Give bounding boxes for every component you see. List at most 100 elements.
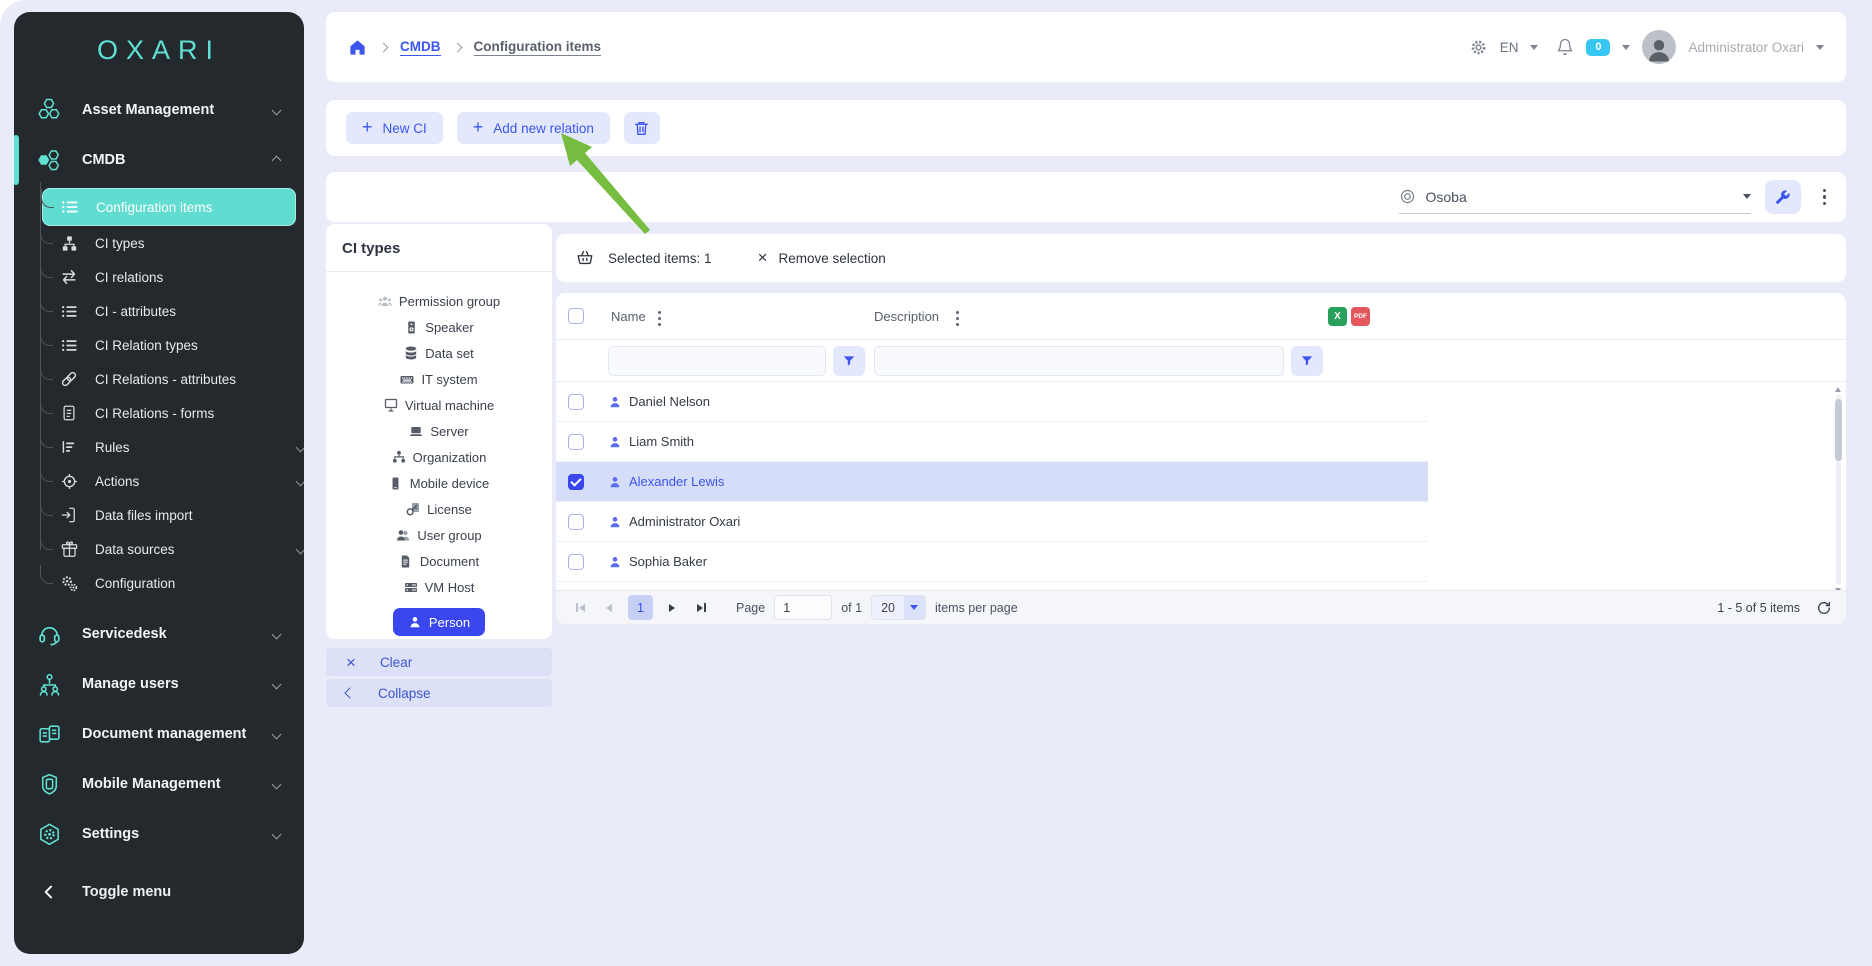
table-row[interactable]: Sophia Baker [556,542,1428,582]
language-caret-icon[interactable] [1530,45,1538,50]
page-input[interactable] [774,595,832,620]
column-header-name[interactable]: Name [611,309,646,324]
user-name[interactable]: Administrator Oxari [1688,40,1804,55]
gear-icon[interactable] [1469,38,1488,57]
avatar[interactable] [1642,30,1676,64]
ci-type-mobile-device[interactable]: Mobile device [326,470,552,496]
page-icon [399,554,413,568]
sidebar-item-label: Data sources [95,542,175,557]
select-all-checkbox[interactable] [568,308,584,324]
ci-type-speaker[interactable]: Speaker [326,314,552,340]
sidebar-item-settings[interactable]: Settings [24,812,294,856]
bell-icon[interactable] [1556,38,1574,56]
sidebar-item-mobile-management[interactable]: Mobile Management [24,762,294,806]
sidebar-item-label: Asset Management [82,102,214,118]
next-page-button[interactable] [662,598,682,618]
settings-wrench-button[interactable] [1765,180,1801,214]
export-excel-icon[interactable]: X [1328,307,1347,326]
toggle-menu-label: Toggle menu [82,884,171,900]
sidebar-item-configuration[interactable]: Configuration [14,566,304,600]
language-selector[interactable]: EN [1500,40,1519,55]
ci-type-data-set[interactable]: Data set [326,340,552,366]
notification-badge[interactable]: 0 [1586,39,1610,56]
table-row[interactable]: Administrator Oxari [556,502,1428,542]
ci-type-permission-group[interactable]: Permission group [326,288,552,314]
toggle-menu-button[interactable]: Toggle menu [24,870,294,914]
scrollbar-thumb[interactable] [1835,399,1842,461]
sidebar-item-ci-attributes[interactable]: CI - attributes [14,294,304,328]
sidebar-item-ci-relation-types[interactable]: CI Relation types [14,328,304,362]
breadcrumb-cmdb-link[interactable]: CMDB [400,39,441,56]
ci-type-organization[interactable]: Organization [326,444,552,470]
new-ci-button[interactable]: + New CI [346,112,443,144]
sidebar-item-label: CI Relations - forms [95,406,214,421]
export-pdf-icon[interactable]: PDF [1351,307,1370,326]
ci-type-filter-select[interactable]: Osoba [1399,180,1751,214]
sidebar-item-data-sources[interactable]: Data sources [14,532,304,566]
description-filter-funnel-button[interactable] [1291,346,1323,376]
ci-type-server[interactable]: Server [326,418,552,444]
ci-type-user-group[interactable]: User group [326,522,552,548]
table-row[interactable]: Daniel Nelson [556,382,1428,422]
scroll-up-arrow[interactable] [1835,387,1841,392]
ci-type-vm-host[interactable]: VM Host [326,574,552,600]
row-checkbox[interactable] [568,434,584,450]
description-filter-input[interactable] [874,346,1284,376]
people-group-icon [378,294,392,308]
description-column-menu-kebab[interactable] [948,307,967,330]
sidebar-item-rules[interactable]: Rules [14,430,304,464]
hexagons-filled-icon [36,147,62,173]
ci-type-label: Person [429,615,470,630]
sidebar-item-asset-management[interactable]: Asset Management [24,88,294,132]
sidebar-item-servicedesk[interactable]: Servicedesk [24,612,294,656]
sidebar-item-data-files-import[interactable]: Data files import [14,498,304,532]
ci-types-list: Permission group Speaker Data set IT sys… [326,288,552,600]
sidebar-item-ci-types[interactable]: CI types [14,226,304,260]
row-checkbox-checked[interactable] [568,474,584,490]
delete-button[interactable] [624,112,660,144]
ci-type-license[interactable]: License [326,496,552,522]
ci-type-person-selected[interactable]: Person [393,608,485,636]
sidebar-item-ci-relations-forms[interactable]: CI Relations - forms [14,396,304,430]
sidebar-item-document-management[interactable]: Document management [24,712,294,756]
more-options-kebab[interactable] [1815,185,1835,210]
name-filter-input[interactable] [608,346,826,376]
ci-type-it-system[interactable]: IT system [326,366,552,392]
table-vertical-scrollbar[interactable] [1834,387,1843,593]
column-header-description[interactable]: Description [874,309,939,324]
remove-selection-button[interactable]: × Remove selection [758,248,886,268]
row-checkbox[interactable] [568,514,584,530]
name-column-menu-kebab[interactable] [650,307,669,330]
row-checkbox[interactable] [568,554,584,570]
items-per-page-select[interactable]: 20 [871,595,926,620]
ci-type-document[interactable]: Document [326,548,552,574]
name-filter-funnel-button[interactable] [833,346,865,376]
refresh-icon[interactable] [1816,600,1832,616]
sidebar-item-ci-relations[interactable]: CI relations [14,260,304,294]
sidebar-item-manage-users[interactable]: Manage users [24,662,294,706]
sidebar-item-ci-relations-attributes[interactable]: CI Relations - attributes [14,362,304,396]
table-row[interactable]: Liam Smith [556,422,1428,462]
sidebar-item-cmdb[interactable]: CMDB [24,138,294,182]
row-checkbox[interactable] [568,394,584,410]
previous-page-button[interactable] [599,598,619,618]
table-filter-row [556,340,1846,382]
sidebar-item-configuration-items[interactable]: Configuration items [42,188,296,226]
divider [326,271,552,272]
clear-filter-button[interactable]: × Clear [326,648,552,676]
remove-selection-label: Remove selection [779,251,886,266]
sidebar-item-actions[interactable]: Actions [14,464,304,498]
add-new-relation-button[interactable]: + Add new relation [457,112,610,144]
table-row-selected[interactable]: Alexander Lewis [556,462,1428,502]
chevron-down-icon [272,729,282,739]
first-page-button[interactable] [570,598,590,618]
user-menu-caret-icon[interactable] [1816,45,1824,50]
ci-type-virtual-machine[interactable]: Virtual machine [326,392,552,418]
clear-label: Clear [380,655,412,670]
home-icon[interactable] [348,38,367,57]
last-page-button[interactable] [691,598,711,618]
current-page-button[interactable]: 1 [628,595,653,620]
document-icon [58,402,80,424]
collapse-panel-button[interactable]: Collapse [326,679,552,707]
notification-caret-icon[interactable] [1622,45,1630,50]
